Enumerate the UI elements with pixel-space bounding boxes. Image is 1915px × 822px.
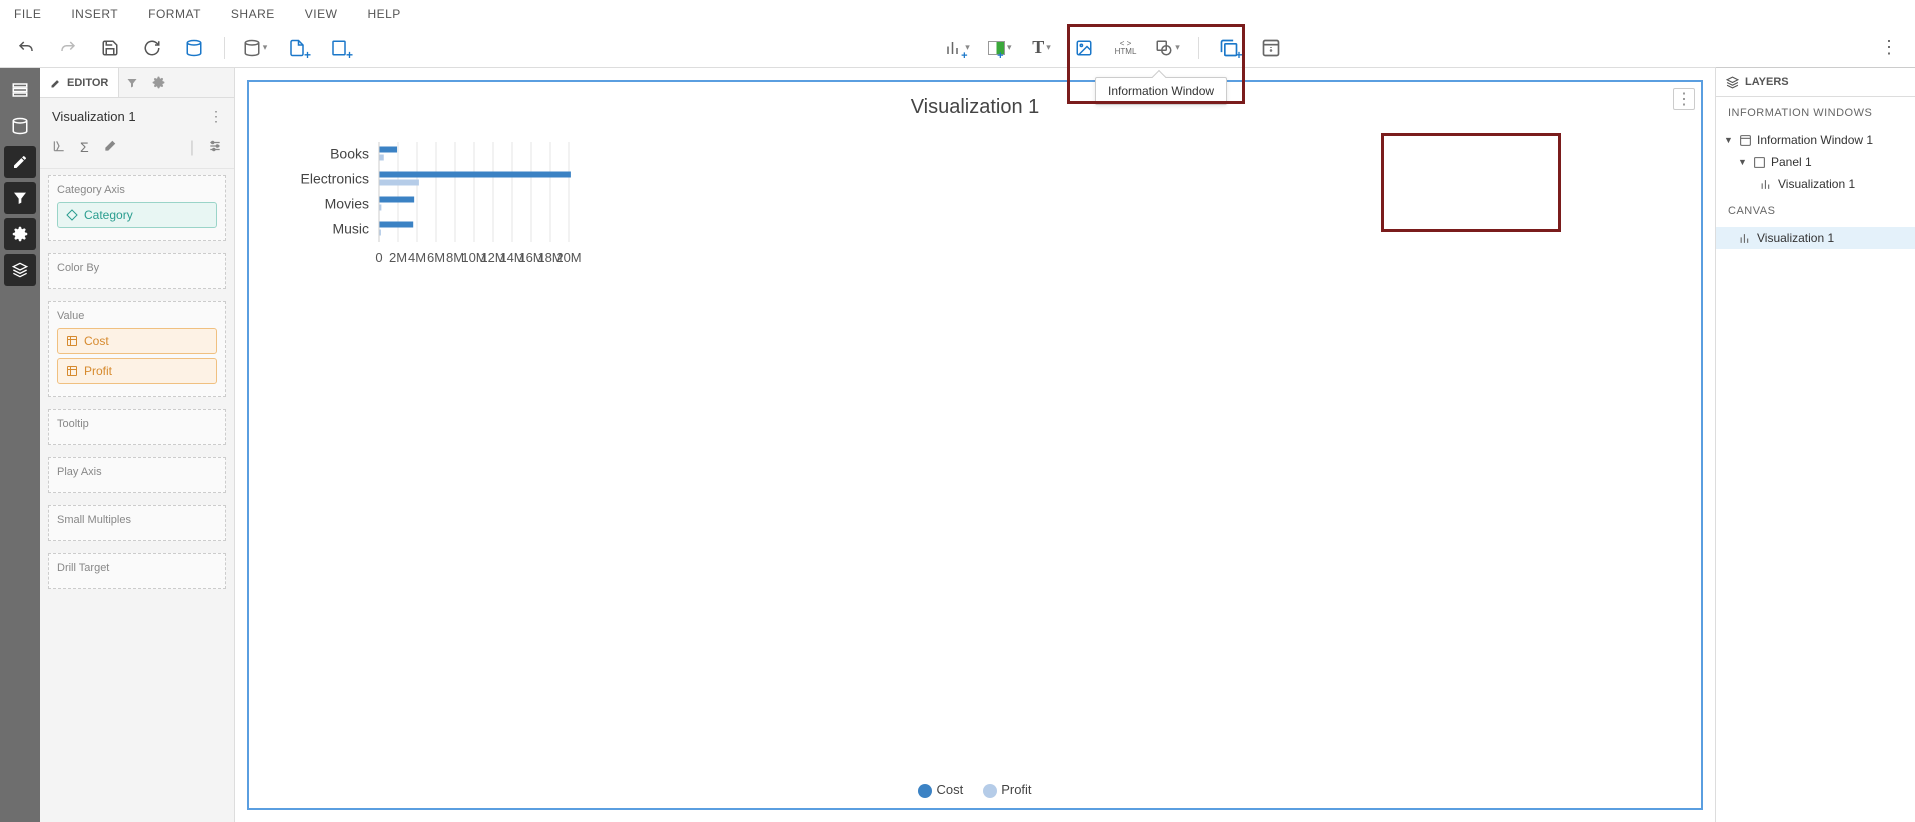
save-icon[interactable]: [98, 36, 122, 60]
chart-title: Visualization 1: [249, 82, 1701, 127]
dropzone-tooltip[interactable]: Tooltip: [48, 409, 226, 445]
redo-icon[interactable]: [56, 36, 80, 60]
eraser-icon[interactable]: [103, 139, 117, 158]
settings-icon[interactable]: [4, 218, 36, 250]
svg-text:20M: 20M: [556, 250, 581, 265]
shape-icon[interactable]: ▾: [1156, 36, 1180, 60]
menu-file[interactable]: FILE: [14, 7, 41, 21]
sliders-icon[interactable]: [208, 139, 222, 158]
toolbar: ▾ + + +▾ +▾ T▾ < >HTML ▾ + ⋮: [0, 28, 1915, 68]
contents-icon[interactable]: [4, 74, 36, 106]
editor-viz-name: Visualization 1: [52, 109, 136, 124]
undo-icon[interactable]: [14, 36, 38, 60]
refresh-icon[interactable]: [140, 36, 164, 60]
dropzone-category-axis[interactable]: Category Axis Category: [48, 175, 226, 241]
svg-text:Movies: Movies: [325, 196, 369, 212]
image-icon[interactable]: [1072, 36, 1096, 60]
menubar: FILE INSERT FORMAT SHARE VIEW HELP: [0, 0, 1915, 28]
svg-text:Electronics: Electronics: [301, 171, 369, 187]
svg-text:4M: 4M: [408, 250, 426, 265]
filter-icon[interactable]: [4, 182, 36, 214]
layers-icon[interactable]: [4, 254, 36, 286]
svg-text:0: 0: [375, 250, 382, 265]
dropzone-color-by[interactable]: Color By: [48, 253, 226, 289]
filter-panel-icon[interactable]: +▾: [988, 36, 1012, 60]
editor-filter-tab-icon[interactable]: [119, 68, 145, 97]
editor-mini-toolbar: Σ |: [40, 135, 234, 169]
more-icon[interactable]: ⋮: [1877, 36, 1901, 60]
new-doc-icon[interactable]: +: [285, 36, 309, 60]
pill-cost[interactable]: Cost: [57, 328, 217, 354]
chart-type-icon[interactable]: +▾: [946, 36, 970, 60]
text-icon[interactable]: T▾: [1030, 36, 1054, 60]
html-icon[interactable]: < >HTML: [1114, 36, 1138, 60]
tooltip-info-window: Information Window: [1095, 77, 1227, 105]
layers-tab[interactable]: LAYERS: [1716, 67, 1915, 97]
menu-insert[interactable]: INSERT: [71, 7, 118, 21]
dataset-dropdown-icon[interactable]: ▾: [243, 36, 267, 60]
tree-info-window[interactable]: ▼ Information Window 1: [1716, 129, 1915, 151]
menu-share[interactable]: SHARE: [231, 7, 275, 21]
dropzone-small-multiples[interactable]: Small Multiples: [48, 505, 226, 541]
editor-icon[interactable]: [4, 146, 36, 178]
svg-text:2M: 2M: [389, 250, 407, 265]
bar-chart: 02M4M6M8M10M12M14M16M18M20MBooksElectron…: [289, 132, 589, 282]
panel-stack-icon[interactable]: +: [1217, 36, 1241, 60]
canvas: Visualization 1 ⋮ 02M4M6M8M10M12M14M16M1…: [235, 68, 1715, 822]
layers-section-info-windows: INFORMATION WINDOWS: [1716, 97, 1915, 129]
pill-category[interactable]: Category: [57, 202, 217, 228]
tree-visualization[interactable]: Visualization 1: [1716, 173, 1915, 195]
svg-text:6M: 6M: [427, 250, 445, 265]
chart-container[interactable]: Visualization 1 ⋮ 02M4M6M8M10M12M14M16M1…: [247, 80, 1703, 810]
layers-section-canvas: CANVAS: [1716, 195, 1915, 227]
data-icon[interactable]: [182, 36, 206, 60]
editor-tab[interactable]: EDITOR: [40, 68, 119, 97]
chart-legend: Cost Profit: [249, 782, 1701, 798]
sigma-icon[interactable]: Σ: [80, 139, 89, 158]
dropzone-value[interactable]: Value Cost Profit: [48, 301, 226, 397]
layers-panel: LAYERS INFORMATION WINDOWS ▼ Information…: [1715, 68, 1915, 822]
dropzone-play-axis[interactable]: Play Axis: [48, 457, 226, 493]
menu-view[interactable]: VIEW: [305, 7, 338, 21]
legend-swatch-cost: [918, 784, 932, 798]
chart-menu-icon[interactable]: ⋮: [1673, 88, 1695, 110]
menu-format[interactable]: FORMAT: [148, 7, 201, 21]
derived-metric-icon[interactable]: [52, 139, 66, 158]
svg-text:Music: Music: [332, 221, 369, 237]
left-iconbar: [0, 68, 40, 822]
pill-profit[interactable]: Profit: [57, 358, 217, 384]
new-page-icon[interactable]: +: [327, 36, 351, 60]
editor-panel: EDITOR Visualization 1 ⋮ Σ | Category Ax…: [40, 68, 235, 822]
editor-settings-tab-icon[interactable]: [145, 68, 171, 97]
datasets-icon[interactable]: [4, 110, 36, 142]
info-window-icon[interactable]: [1259, 36, 1283, 60]
editor-viz-menu-icon[interactable]: ⋮: [209, 108, 222, 125]
tree-canvas-visualization[interactable]: ▼ Visualization 1: [1716, 227, 1915, 249]
legend-swatch-profit: [983, 784, 997, 798]
tree-panel[interactable]: ▼ Panel 1: [1716, 151, 1915, 173]
menu-help[interactable]: HELP: [367, 7, 400, 21]
dropzone-drill-target[interactable]: Drill Target: [48, 553, 226, 589]
svg-text:Books: Books: [330, 146, 369, 162]
